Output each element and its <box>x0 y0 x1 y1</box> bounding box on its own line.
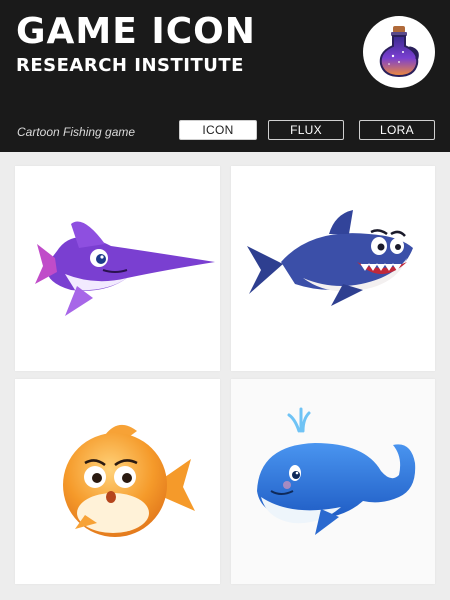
shark-icon <box>247 210 413 306</box>
whale-icon <box>257 407 416 535</box>
gallery-card-shark[interactable] <box>231 166 435 371</box>
swordfish-icon <box>35 221 215 316</box>
tab-icon[interactable]: ICON <box>179 120 257 140</box>
page-title: GAME ICON <box>16 11 256 52</box>
gallery-card-pufferfish[interactable] <box>15 379 220 584</box>
tab-flux[interactable]: FLUX <box>268 120 344 140</box>
pufferfish-icon <box>63 424 195 537</box>
gallery-card-whale[interactable] <box>231 379 435 584</box>
tab-lora[interactable]: LORA <box>359 120 435 140</box>
gallery-card-swordfish[interactable] <box>15 166 220 371</box>
page-subtitle: RESEARCH INSTITUTE <box>16 55 244 76</box>
category-caption: Cartoon Fishing game <box>17 125 136 139</box>
potion-bottle-icon[interactable] <box>363 16 435 88</box>
header-bar: GAME ICON RESEARCH INSTITUTE Cartoon Fis… <box>0 0 450 152</box>
